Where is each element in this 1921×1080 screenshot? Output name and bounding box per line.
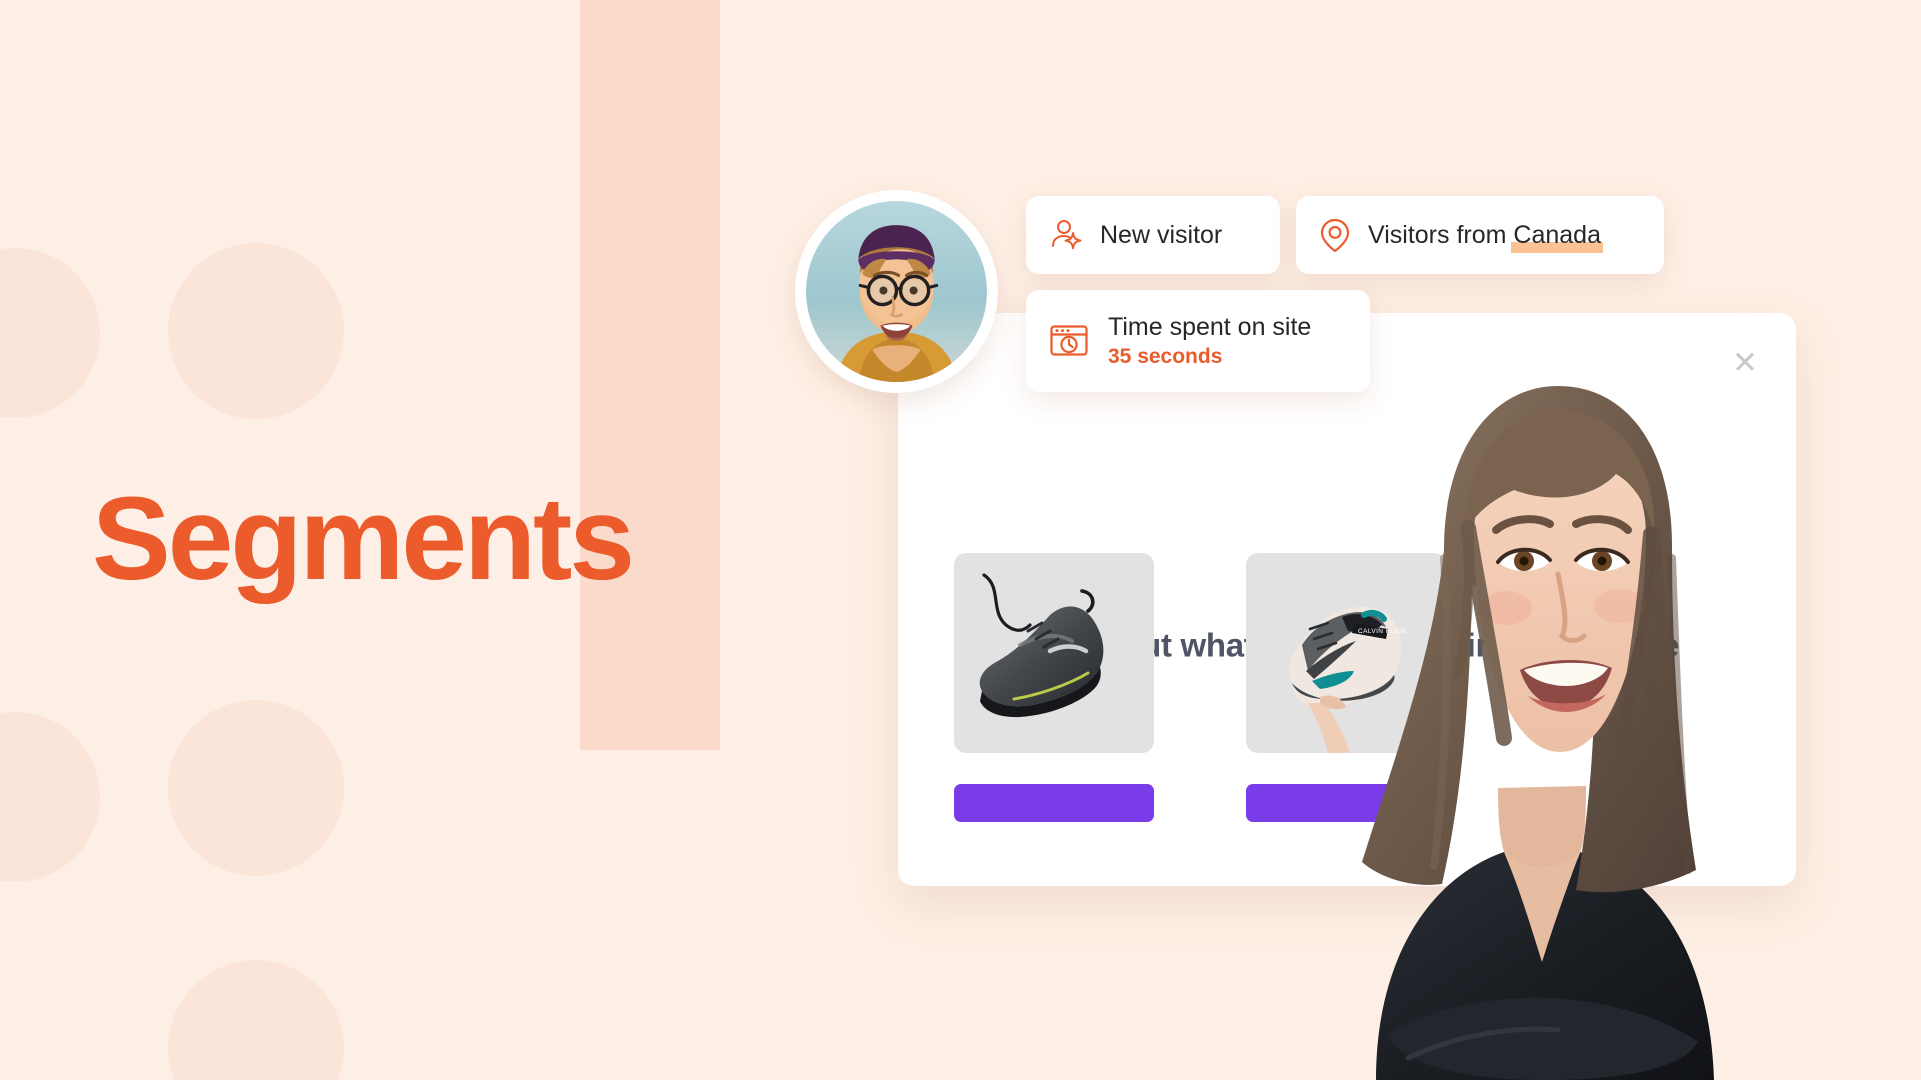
background-circle bbox=[168, 960, 344, 1080]
segment-pill-visitors-from-country[interactable]: Visitors from Canada bbox=[1296, 196, 1664, 274]
background-circle bbox=[168, 700, 344, 876]
page-title: Segments bbox=[92, 473, 635, 605]
background-circle bbox=[0, 248, 100, 418]
promo-banner: Segments ✕ Check out what other people i… bbox=[0, 0, 1921, 1080]
svg-text:CALVIN KLEIN: CALVIN KLEIN bbox=[1358, 628, 1406, 635]
product-cta-button[interactable] bbox=[1246, 784, 1446, 822]
user-sparkle-icon bbox=[1052, 220, 1082, 250]
segment-pill-label: New visitor bbox=[1100, 220, 1223, 249]
background-circle bbox=[168, 243, 344, 419]
avatar bbox=[795, 190, 998, 393]
segment-pill-time-spent[interactable]: Time spent on site 35 seconds bbox=[1026, 290, 1370, 392]
product-image-2: CALVIN KLEIN bbox=[1246, 553, 1446, 753]
popup-heading-highlight: Canada bbox=[1501, 623, 1626, 670]
segment-pill-label: Visitors from Canada bbox=[1368, 220, 1603, 253]
product-image-1 bbox=[954, 553, 1154, 753]
recommendation-popup: ✕ Check out what other people in Canada … bbox=[898, 313, 1796, 886]
avatar-photo bbox=[806, 201, 987, 382]
segment-pill-label: Time spent on site bbox=[1108, 313, 1312, 341]
background-circle bbox=[0, 712, 100, 882]
segment-pill-value: 35 seconds bbox=[1108, 345, 1223, 368]
product-card[interactable] bbox=[954, 553, 1154, 827]
product-list: CALVIN KLEIN bbox=[954, 553, 1446, 827]
segment-pill-label-prefix: Visitors from bbox=[1368, 220, 1514, 249]
product-card[interactable]: CALVIN KLEIN bbox=[1246, 553, 1446, 827]
segment-pill-label-highlight: Canada bbox=[1511, 220, 1603, 253]
product-cta-button[interactable] bbox=[954, 784, 1154, 822]
close-icon[interactable]: ✕ bbox=[1728, 347, 1762, 381]
background-rounded-blob bbox=[0, 0, 720, 750]
segment-pill-new-visitor[interactable]: New visitor bbox=[1026, 196, 1280, 274]
location-pin-icon bbox=[1320, 218, 1350, 253]
segment-pill-time-text: Time spent on site 35 seconds bbox=[1108, 313, 1311, 369]
browser-clock-icon bbox=[1050, 325, 1088, 356]
